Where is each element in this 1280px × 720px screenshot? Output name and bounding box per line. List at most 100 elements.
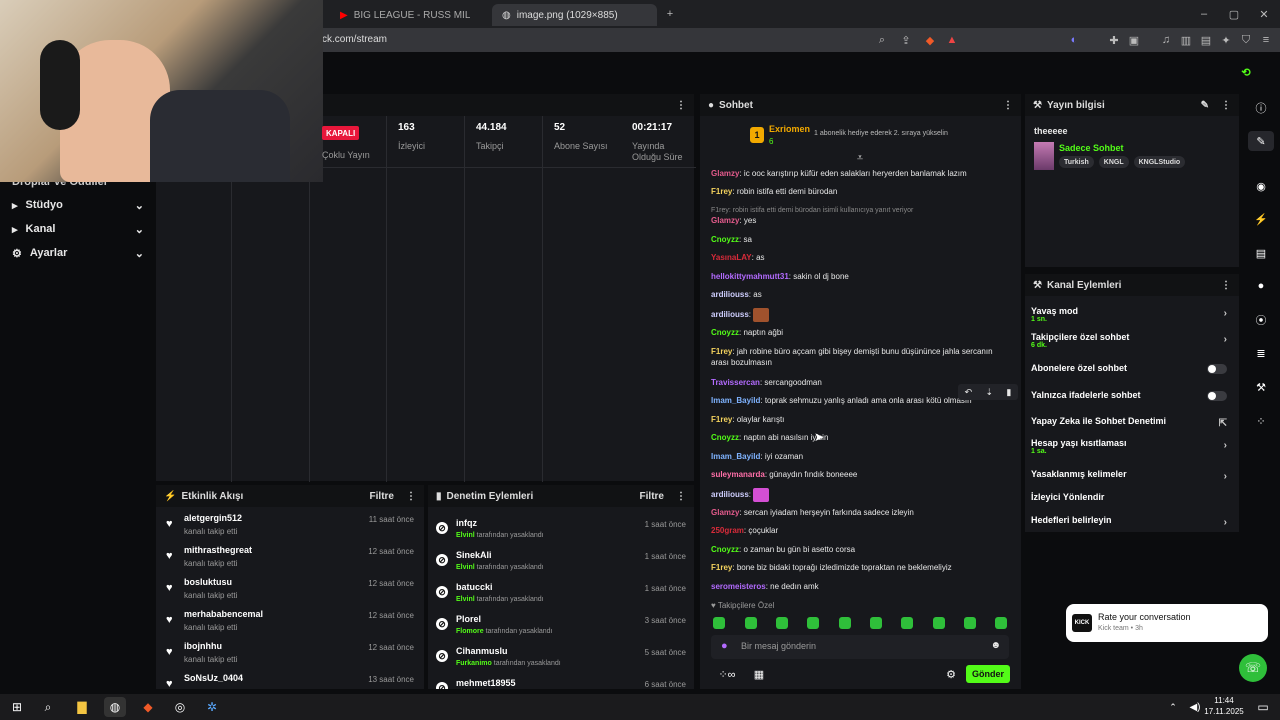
puzzle-icon[interactable]: ✚ — [1106, 32, 1122, 48]
pencil-icon[interactable]: ✎ — [1248, 131, 1274, 151]
emote-button[interactable] — [870, 617, 882, 629]
maximize-icon[interactable]: ▢ — [1226, 6, 1242, 22]
chat-username[interactable]: Cnoyzz — [711, 235, 739, 244]
new-tab-button[interactable]: + — [662, 6, 678, 22]
sidebar-item-studio[interactable]: ▸ Stüdyo ⌄ — [12, 195, 144, 215]
emoji-icon[interactable]: ☻ — [990, 640, 1001, 651]
minimize-icon[interactable]: – — [1196, 6, 1212, 22]
chat-message[interactable]: F1rey: jah robine büro açcam gibi bişey … — [711, 346, 1011, 368]
list-item[interactable]: ♥ aletgergin512 kanalı takip etti 11 saat ö… — [156, 510, 424, 542]
emote-button[interactable] — [901, 617, 913, 629]
chat-message[interactable]: ardiliouss: as — [711, 289, 1011, 300]
chat-message[interactable]: Cnoyzz: sa — [711, 234, 1011, 245]
emote-button[interactable] — [713, 617, 725, 629]
chat-message[interactable]: Glamzy: yes — [711, 215, 1011, 226]
chat-username[interactable]: F1rey — [711, 415, 732, 424]
chat-message[interactable]: F1rey: olaylar karıştı — [711, 414, 1011, 425]
brave-icon[interactable]: ◆ — [137, 697, 159, 717]
url-text[interactable]: ck.com/stream — [322, 34, 387, 45]
chat-username[interactable]: Imam_Bayild — [711, 396, 760, 405]
chat-username[interactable]: F1rey — [711, 187, 732, 196]
list-icon[interactable]: ▤ — [1248, 243, 1274, 263]
close-icon[interactable]: ✕ — [1256, 6, 1272, 22]
emote-button[interactable] — [745, 617, 757, 629]
send-button[interactable]: Gönder — [966, 665, 1010, 683]
slow-mode-row[interactable]: Yavaş mod 1 sn. › — [1031, 306, 1231, 323]
camera-icon[interactable]: ◉ — [1248, 176, 1274, 196]
banned-words-row[interactable]: Yasaklanmış kelimeler › — [1031, 469, 1231, 482]
chat-message[interactable]: ardiliouss: — [711, 488, 1011, 502]
file-explorer-icon[interactable]: ▇ — [71, 697, 93, 717]
more-icon[interactable]: ⋮ — [676, 491, 686, 502]
stack-icon[interactable]: ≣ — [1248, 343, 1274, 363]
emote-button[interactable] — [995, 617, 1007, 629]
info-icon[interactable]: ⓘ — [1248, 98, 1274, 118]
subscribers-only-toggle[interactable] — [1207, 364, 1227, 374]
chat-username[interactable]: Cnoyzz — [711, 328, 739, 337]
share-icon[interactable]: ⇪ — [898, 32, 914, 48]
settings-gear-icon[interactable]: ⚙ — [944, 668, 958, 681]
list-item[interactable]: ♥ merhababencemal kanalı takip etti 12 saat… — [156, 606, 424, 638]
raid-row[interactable]: İzleyici Yönlendir — [1031, 492, 1231, 502]
chat-username[interactable]: Cnoyzz — [711, 433, 739, 442]
edit-icon[interactable]: ✎ — [1201, 100, 1209, 111]
chat-message[interactable]: F1rey: robin istifa etti demi bürodan — [711, 186, 1011, 197]
ai-moderation-row[interactable]: Yapay Zeka ile Sohbet Denetimi ⇱ — [1031, 416, 1231, 429]
list-item[interactable]: ♥ mithrasthegreat kanalı takip etti 12 saat… — [156, 542, 424, 574]
clock-time[interactable]: 11:44 — [1204, 696, 1244, 705]
tools-icon[interactable]: ⚒ — [1248, 377, 1274, 397]
chat-message[interactable]: YasınaLAY: as — [711, 252, 1011, 263]
filter-button[interactable]: Filtre — [640, 491, 664, 502]
list-item[interactable]: ♥ bosluktusu kanalı takip etti 12 saat önce — [156, 574, 424, 606]
tray-chevron-icon[interactable]: ⌃ — [1162, 697, 1184, 717]
chat-bubble-icon[interactable]: ● — [1248, 276, 1274, 296]
mic-icon[interactable]: ● — [721, 640, 728, 652]
media-icon[interactable]: ♫ — [1158, 32, 1174, 48]
pin-icon[interactable]: ⇣ — [986, 387, 994, 398]
emotes-only-toggle[interactable] — [1207, 391, 1227, 401]
chat-message[interactable]: Glamzy: sercan iyiadam herşeyin farkında… — [711, 507, 1011, 518]
apps-icon[interactable]: ⁘ — [1248, 411, 1274, 431]
chat-input-box[interactable]: ● Bir mesaj gönderin ☻ — [711, 635, 1009, 659]
chat-username[interactable]: Cnoyzz — [711, 545, 739, 554]
account-age-row[interactable]: Hesap yaşı kısıtlaması 1 sa. › — [1031, 438, 1231, 455]
extension-icon[interactable]: ◐ — [1066, 32, 1082, 48]
list-item[interactable]: ⊘ Plorel Flomore tarafından yasaklandı 3 sa… — [428, 611, 694, 643]
browser-tab[interactable]: ▶ BIG LEAGUE - RUSS MİLLIONS X — [330, 4, 480, 26]
screenshot-icon[interactable]: ▣ — [1126, 32, 1142, 48]
filter-button[interactable]: Filtre — [370, 491, 394, 502]
chat-username[interactable]: ardiliouss — [711, 490, 749, 499]
more-icon[interactable]: ⋮ — [676, 100, 686, 111]
more-icon[interactable]: ⋮ — [1221, 100, 1231, 111]
clock-date[interactable]: 17.11.2025 — [1200, 707, 1248, 716]
list-item[interactable]: ⊘ batuccki Elvinl tarafından yasaklandı 1 s… — [428, 579, 694, 611]
list-item[interactable]: ♥ ibojnhhu kanalı takip etti 12 saat önce — [156, 638, 424, 670]
chat-message[interactable]: suleymanarda: günaydın fındık boneeee — [711, 469, 1011, 480]
chat-message[interactable]: Imam_Bayild: iyi ozaman — [711, 451, 1011, 462]
chat-message[interactable]: ardiliouss: — [711, 308, 1011, 322]
brave-shield-icon[interactable]: ◆ — [922, 32, 938, 48]
emote-button[interactable] — [964, 617, 976, 629]
chrome-icon[interactable]: ◍ — [104, 697, 126, 717]
chat-message[interactable]: Cnoyzz: o zaman bu gün bi asetto corsa — [711, 544, 1011, 555]
menu-icon[interactable]: ≡ — [1258, 32, 1274, 48]
more-icon[interactable]: ⋮ — [406, 491, 416, 502]
chat-tools-icon[interactable]: ⁘∞ — [713, 668, 741, 681]
chat-username[interactable]: ardiliouss — [711, 290, 749, 299]
chat-username[interactable]: suleymanarda — [711, 470, 765, 479]
reply-icon[interactable]: ↶ — [965, 387, 973, 398]
bolt-icon[interactable]: ⚡ — [1248, 209, 1274, 229]
chat-username[interactable]: Glamzy — [711, 508, 739, 517]
emote-button[interactable] — [839, 617, 851, 629]
followers-only-row[interactable]: Takipçilere özel sohbet 6 dk. › — [1031, 332, 1231, 349]
chat-username[interactable]: Imam_Bayild — [711, 452, 760, 461]
list-item[interactable]: ⊘ SinekAli Elvinl tarafından yasaklandı 1 s… — [428, 547, 694, 579]
emote-button[interactable] — [776, 617, 788, 629]
goals-row[interactable]: Hedefleri belirleyin › — [1031, 515, 1231, 528]
zoom-icon[interactable]: ⌕ — [874, 32, 890, 48]
more-icon[interactable]: ⋮ — [1003, 100, 1013, 111]
chat-username[interactable]: Glamzy — [711, 216, 739, 225]
chat-message[interactable]: Cnoyzz: naptın abi nasılsın iyisin — [711, 432, 1011, 443]
chat-message[interactable]: Cnoyzz: naptın ağbi — [711, 327, 1011, 338]
chat-username[interactable]: YasınaLAY — [711, 253, 752, 262]
